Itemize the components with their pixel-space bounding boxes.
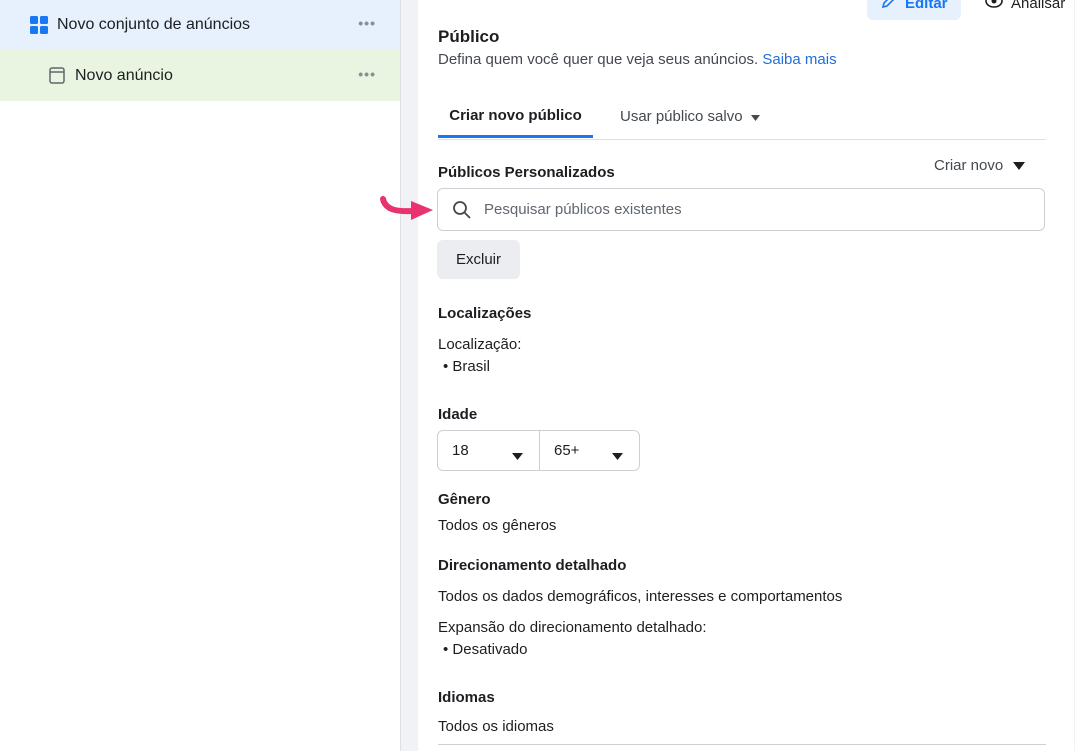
ad-document-icon: [49, 67, 65, 84]
ad-more-icon[interactable]: •••: [358, 66, 376, 82]
tab-use-saved-audience-label: Usar público salvo: [620, 107, 743, 125]
age-min-select[interactable]: 18: [437, 430, 540, 471]
detailed-targeting-value: Todos os dados demográficos, interesses …: [438, 588, 843, 605]
age-max-select[interactable]: 65+: [539, 430, 640, 471]
age-min-value: 18: [452, 442, 469, 459]
section-divider: [438, 744, 1046, 745]
custom-audiences-label: Públicos Personalizados: [438, 164, 615, 181]
detailed-targeting-label: Direcionamento detalhado: [438, 557, 627, 574]
languages-value: Todos os idiomas: [438, 718, 554, 735]
location-caption: Localização:: [438, 336, 522, 353]
main-panel: Editar Analisar Público Defina quem você…: [401, 0, 1075, 751]
location-value: Brasil: [452, 358, 490, 375]
caret-down-icon: [512, 447, 523, 464]
tree-item-adset[interactable]: Novo conjunto de anúncios •••: [0, 0, 400, 50]
audience-search-input[interactable]: [482, 200, 1026, 219]
search-icon: [452, 200, 472, 225]
tab-create-new-audience[interactable]: Criar novo público: [438, 95, 593, 138]
audience-subtitle-text: Defina quem você quer que veja seus anún…: [438, 51, 759, 68]
languages-label: Idiomas: [438, 689, 495, 706]
adset-label: Novo conjunto de anúncios: [57, 16, 251, 33]
targeting-expansion-value: Desativado: [452, 641, 528, 658]
learn-more-link[interactable]: Saiba mais: [762, 51, 836, 68]
edit-button[interactable]: Editar: [867, 0, 961, 20]
campaign-tree-sidebar: Novo conjunto de anúncios ••• Novo anúnc…: [0, 0, 401, 751]
exclude-button[interactable]: Excluir: [437, 240, 520, 279]
gender-label: Gênero: [438, 491, 491, 508]
edit-label: Editar: [905, 0, 948, 12]
adset-grid-icon: [30, 16, 48, 34]
pencil-icon: [881, 0, 897, 13]
annotation-arrow-icon: [377, 193, 437, 232]
caret-down-icon: [612, 447, 623, 464]
audience-search-field[interactable]: [437, 188, 1045, 231]
caret-down-icon: [1013, 157, 1026, 174]
locations-label: Localizações: [438, 305, 532, 322]
location-item: • Brasil: [443, 358, 490, 375]
gender-value: Todos os gêneros: [438, 517, 557, 534]
tree-item-ad[interactable]: Novo anúncio •••: [0, 50, 400, 101]
audience-tabs: Criar novo público Usar público salvo: [438, 95, 1046, 140]
create-new-label: Criar novo: [934, 157, 1004, 174]
audience-subtitle: Defina quem você quer que veja seus anún…: [438, 51, 837, 68]
targeting-expansion-item: • Desativado: [443, 641, 528, 658]
eye-icon: [985, 0, 1003, 13]
age-max-value: 65+: [554, 442, 580, 459]
caret-down-icon: [750, 108, 760, 125]
create-new-dropdown[interactable]: Criar novo: [934, 157, 1026, 174]
analyze-button[interactable]: Analisar: [971, 0, 1075, 20]
audience-card: Editar Analisar Público Defina quem você…: [418, 0, 1074, 751]
ad-label: Novo anúncio: [75, 67, 173, 84]
age-label: Idade: [438, 406, 478, 423]
analyze-label: Analisar: [1011, 0, 1066, 12]
audience-title: Público: [438, 27, 500, 46]
tab-use-saved-audience[interactable]: Usar público salvo: [620, 95, 760, 137]
targeting-expansion-caption: Expansão do direcionamento detalhado:: [438, 619, 707, 636]
adset-more-icon[interactable]: •••: [358, 15, 376, 31]
